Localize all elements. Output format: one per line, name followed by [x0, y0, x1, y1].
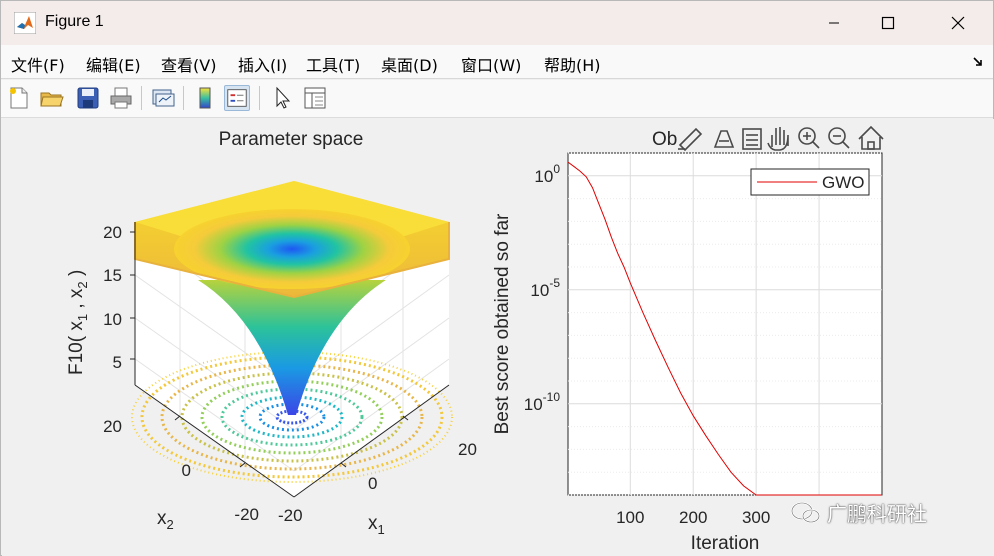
- toolbar-separator: [259, 86, 260, 110]
- figure-canvas: Parameter space 20 15 10 5 20 0 -20 -20 …: [2, 119, 994, 556]
- zoom-out-icon[interactable]: [828, 127, 850, 149]
- figure-svg: Parameter space 20 15 10 5 20 0 -20 -20 …: [66, 125, 884, 554]
- z-tick-label: 10: [103, 310, 122, 329]
- figure-window: Figure 1 文件(F) 编辑(E) 查看(V) 插入(I) 工具(T) 桌…: [0, 0, 994, 556]
- x-tick-label: 0: [368, 474, 377, 493]
- dock-figure-icon[interactable]: [971, 55, 985, 69]
- y-tick-label: 10-10: [524, 390, 561, 414]
- minimize-icon: [829, 22, 839, 24]
- window-title: Figure 1: [45, 13, 104, 30]
- zoom-in-icon[interactable]: [798, 127, 820, 149]
- surface-axes[interactable]: Parameter space 20 15 10 5 20 0 -20 -20 …: [66, 129, 477, 537]
- x-axis-label: x1: [368, 513, 385, 537]
- convergence-axes[interactable]: 100 200 300 100 10-5 10-10 Ob Iteration Best …: [492, 129, 883, 554]
- toolbar-separator: [183, 86, 184, 110]
- z-tick-label: 20: [103, 223, 122, 242]
- y-tick-label: -20: [234, 505, 259, 524]
- z-tick-label: 15: [103, 266, 122, 285]
- pan-icon[interactable]: [767, 127, 789, 151]
- wechat-logo-icon: [791, 501, 820, 523]
- matlab-logo-icon: [14, 12, 36, 34]
- menu-file[interactable]: 文件(F): [11, 52, 65, 76]
- surface-title: Parameter space: [219, 129, 364, 150]
- data-tips-icon[interactable]: [713, 130, 735, 148]
- brush-icon[interactable]: [678, 127, 703, 152]
- toolbar-separator: [141, 86, 142, 110]
- link-plot-icon[interactable]: [150, 85, 176, 111]
- title-bar: Figure 1: [1, 1, 993, 45]
- minimize-button[interactable]: [811, 1, 857, 45]
- legend-label-gwo: GWO: [822, 173, 865, 192]
- y-axis-label: x2: [157, 508, 174, 532]
- x-axis-label: Iteration: [691, 533, 760, 554]
- x-tick-label: -20: [278, 506, 303, 525]
- menu-edit[interactable]: 编辑(E): [86, 52, 141, 76]
- menu-bar: 文件(F) 编辑(E) 查看(V) 插入(I) 工具(T) 桌面(D) 窗口(W…: [1, 45, 993, 79]
- x-tick-label: 300: [742, 508, 770, 527]
- close-icon: [951, 16, 965, 30]
- new-figure-icon[interactable]: [6, 85, 32, 111]
- y-tick-label: 100: [534, 162, 560, 186]
- open-icon[interactable]: [39, 85, 65, 111]
- y-axis-label: Best score obtained so far: [492, 213, 513, 434]
- legend[interactable]: GWO: [750, 168, 870, 196]
- menu-help[interactable]: 帮助(H): [544, 52, 601, 76]
- close-button[interactable]: [935, 1, 981, 45]
- maximize-icon: [881, 16, 895, 30]
- rotate-icon[interactable]: [742, 128, 762, 150]
- maximize-button[interactable]: [865, 1, 911, 45]
- z-axis-label: F10( x1 , x2 ): [66, 270, 90, 375]
- convergence-title: Ob: [652, 129, 677, 150]
- x-tick-label: 200: [679, 508, 707, 527]
- colorbar-icon[interactable]: [192, 85, 218, 111]
- menu-tools[interactable]: 工具(T): [306, 52, 360, 76]
- home-icon[interactable]: [858, 125, 884, 150]
- print-icon[interactable]: [108, 85, 134, 111]
- edit-plot-arrow-icon[interactable]: [269, 85, 295, 111]
- save-icon[interactable]: [75, 85, 101, 111]
- y-tick-label: 10-5: [530, 276, 560, 300]
- menu-window[interactable]: 窗口(W): [461, 52, 521, 76]
- figure-toolbar: [1, 80, 993, 118]
- property-inspector-icon[interactable]: [302, 85, 328, 111]
- watermark-text: 广鹏科研社: [827, 502, 927, 526]
- y-tick-label: 20: [103, 417, 122, 436]
- menu-insert[interactable]: 插入(I): [238, 52, 287, 76]
- x-tick-label: 20: [458, 440, 477, 459]
- axes-toolbar: [678, 125, 884, 152]
- plot-area: [567, 152, 883, 496]
- menu-view[interactable]: 查看(V): [161, 52, 216, 76]
- z-tick-label: 5: [113, 353, 122, 372]
- x-tick-label: 100: [616, 508, 644, 527]
- menu-desktop[interactable]: 桌面(D): [381, 52, 438, 76]
- watermark: 广鹏科研社: [791, 498, 927, 527]
- y-tick-label: 0: [182, 461, 191, 480]
- legend-icon[interactable]: [224, 85, 250, 111]
